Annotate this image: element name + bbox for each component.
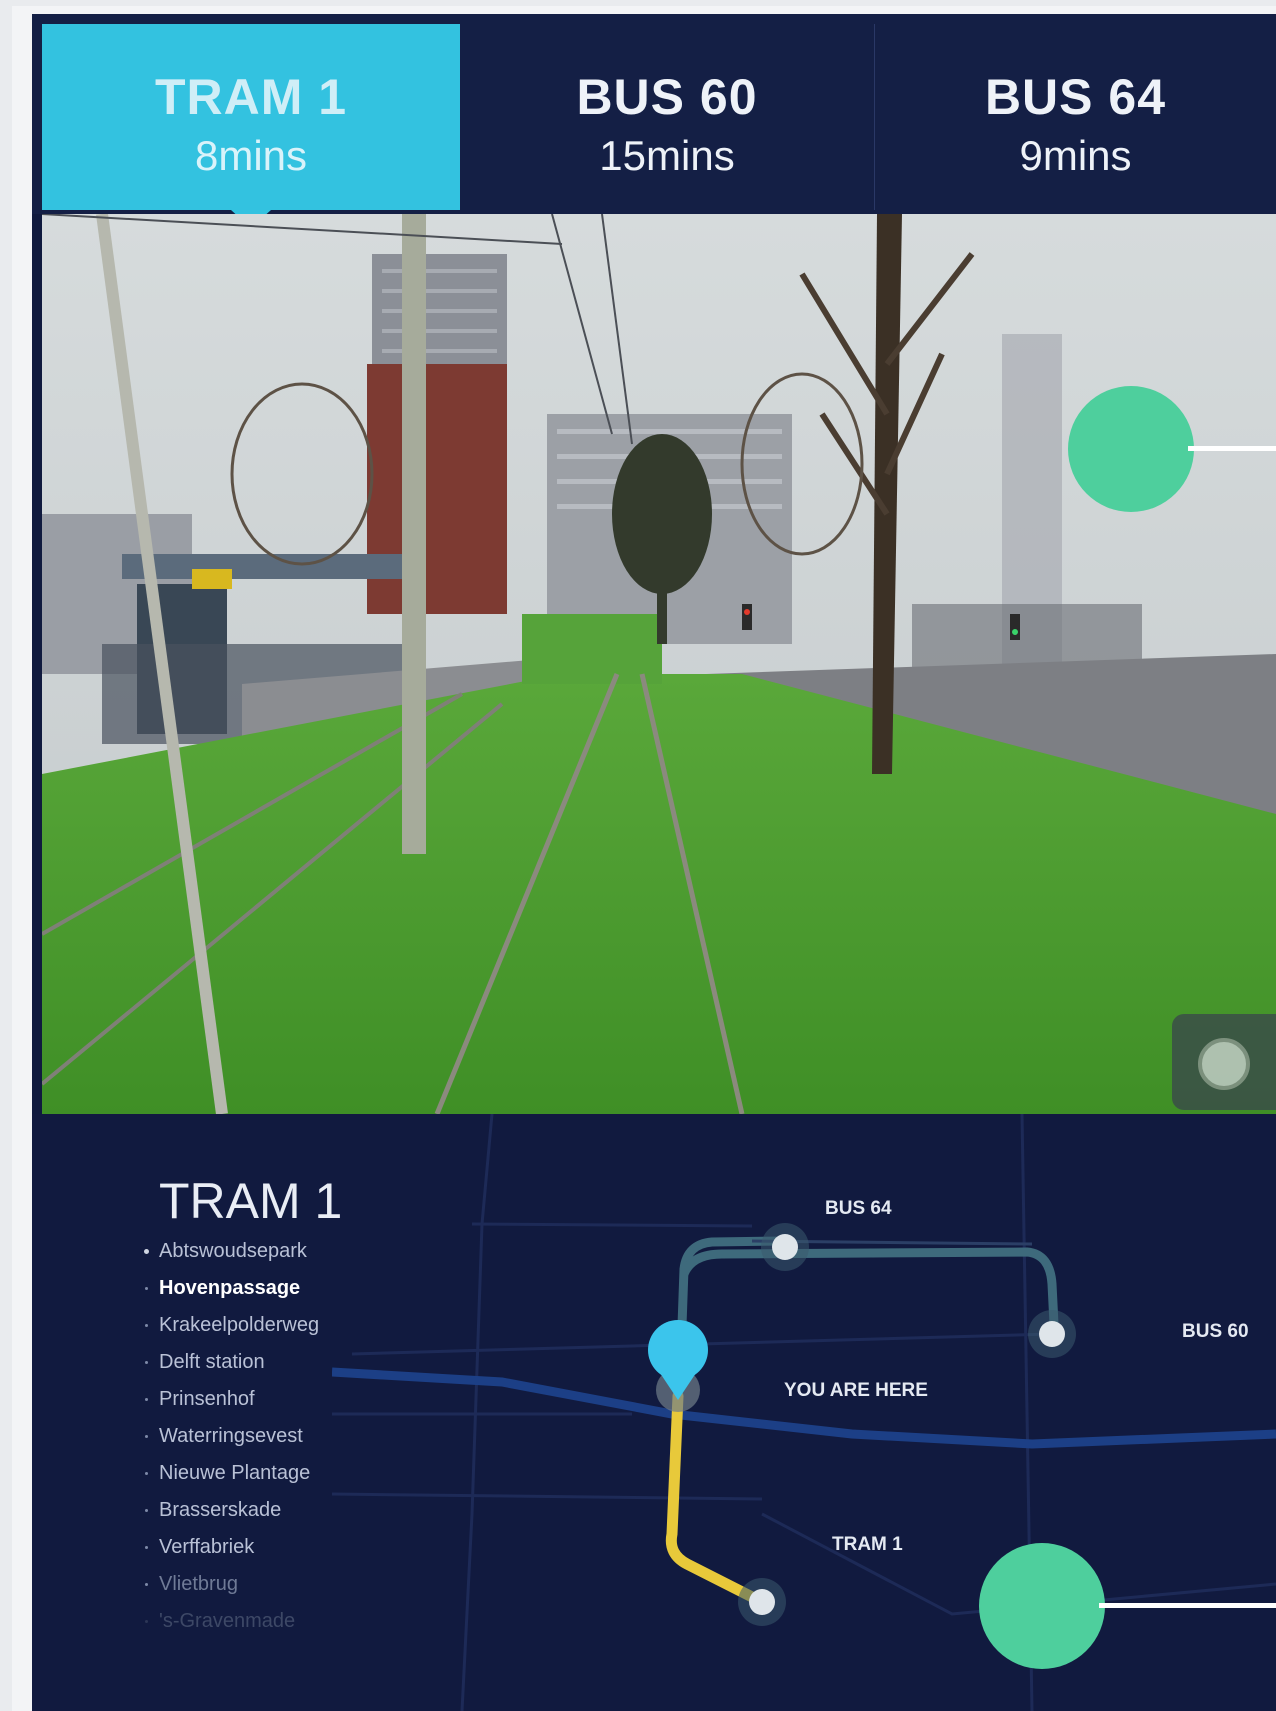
hotspot-connector-line (1188, 446, 1276, 451)
stop-item[interactable]: Delft station (145, 1351, 319, 1388)
stop-label: Abtswoudsepark (159, 1240, 307, 1262)
stop-item[interactable]: Abtswoudsepark (144, 1240, 319, 1277)
bullet-icon (145, 1287, 148, 1290)
hotspot-marker-bottom[interactable] (979, 1543, 1105, 1669)
tab-bus-60[interactable]: BUS 60 15mins (460, 24, 874, 210)
stop-item[interactable]: Verffabriek (145, 1536, 319, 1573)
stop-label: Verffabriek (159, 1536, 255, 1558)
stop-label: Nieuwe Plantage (159, 1462, 311, 1484)
stop-label: Brasserskade (159, 1499, 282, 1521)
bullet-icon (145, 1361, 148, 1364)
hotspot-marker-top[interactable] (1068, 386, 1194, 512)
bullet-icon (145, 1472, 148, 1475)
tab-name: BUS 60 (576, 69, 758, 125)
tab-time: 15mins (599, 132, 735, 179)
stop-item[interactable]: Krakeelpolderweg (145, 1314, 320, 1351)
side-scroll-button[interactable] (1172, 1014, 1276, 1110)
bullet-icon (145, 1583, 148, 1586)
stop-label: Waterringsevest (159, 1425, 303, 1447)
bullet-icon (145, 1509, 148, 1512)
you-are-here-label: YOU ARE HERE (784, 1380, 928, 1401)
stop-item[interactable]: Vlietbrug (145, 1573, 319, 1610)
bullet-icon (145, 1324, 148, 1327)
stop-list: Abtswoudsepark Hovenpassage Krakeelpolde… (144, 1240, 320, 1647)
bullet-icon (145, 1546, 148, 1549)
map-graphic (331, 1113, 1276, 1711)
bullet-icon (145, 1620, 148, 1623)
tab-time: 9mins (1019, 132, 1132, 179)
stop-label: Krakeelpolderweg (159, 1314, 320, 1336)
tab-time: 8mins (194, 132, 308, 179)
hotspot-connector-line (1099, 1603, 1276, 1608)
stop-item-current[interactable]: Hovenpassage (145, 1277, 319, 1314)
street-view-image (42, 214, 1276, 1114)
route-title: TRAM 1 (159, 1173, 343, 1229)
stop-item[interactable]: Brasserskade (145, 1499, 319, 1536)
kiosk-screen: TRAM 1 8mins BUS 60 15mins BUS 64 9mins (32, 14, 1276, 1711)
stop-item[interactable]: Waterringsevest (145, 1425, 319, 1462)
route-map[interactable]: BUS 64 BUS 60 YOU ARE HERE TRAM 1 (331, 1113, 1276, 1711)
map-label-tram-1: TRAM 1 (832, 1534, 903, 1555)
bullet-icon (144, 1249, 149, 1254)
tab-name: BUS 64 (984, 69, 1167, 125)
stop-item[interactable]: Nieuwe Plantage (145, 1462, 319, 1499)
knob-icon (1198, 1038, 1250, 1090)
stop-item[interactable]: Prinsenhof (145, 1388, 319, 1425)
stop-label: Delft station (159, 1351, 265, 1373)
stop-label: Hovenpassage (159, 1277, 301, 1299)
bullet-icon (145, 1398, 148, 1401)
stop-item[interactable]: 's-Gravenmade (145, 1610, 319, 1647)
bullet-icon (145, 1435, 148, 1438)
map-label-bus-64: BUS 64 (825, 1198, 892, 1219)
stop-label: Prinsenhof (159, 1388, 255, 1410)
map-label-bus-60: BUS 60 (1182, 1321, 1249, 1342)
tab-tram-1[interactable]: TRAM 1 8mins (42, 24, 460, 228)
route-tabs: TRAM 1 8mins BUS 60 15mins BUS 64 9mins (32, 14, 1276, 228)
stop-label: 's-Gravenmade (159, 1610, 296, 1632)
tab-name: TRAM 1 (154, 69, 348, 125)
stop-label: Vlietbrug (159, 1573, 238, 1595)
tab-bus-64[interactable]: BUS 64 9mins (875, 24, 1276, 210)
